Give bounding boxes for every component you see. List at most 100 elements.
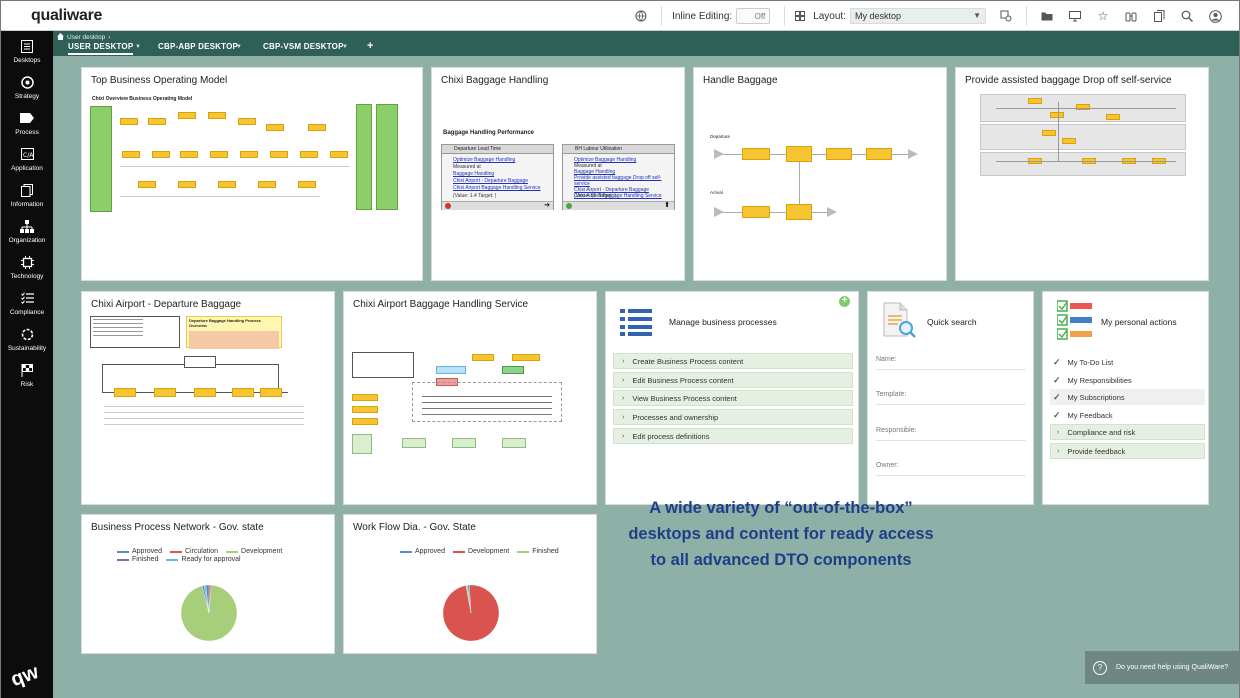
my-feedback-item[interactable]: ✓ My Feedback xyxy=(1050,407,1205,423)
folder-icon[interactable] xyxy=(1033,1,1061,31)
tab-cbp-vsm-desktop[interactable]: CBP-VSM DESKTOP xyxy=(263,42,344,51)
legend-item[interactable]: Development xyxy=(226,548,282,555)
tab-user-desktop[interactable]: USER DESKTOP xyxy=(68,42,134,55)
menu-item-label: Edit process definitions xyxy=(632,431,710,441)
sidebar-item-application[interactable]: C/A Application xyxy=(1,145,53,181)
responsible-field[interactable]: Responsible: xyxy=(876,427,1026,441)
sidebar-item-process[interactable]: Process xyxy=(1,109,53,145)
diagram-node xyxy=(240,151,258,158)
binoculars-icon[interactable] xyxy=(1117,1,1145,31)
qualiware-logo[interactable]: qualiware xyxy=(31,7,102,25)
kpi-link[interactable]: Optimize Baggage Handling xyxy=(453,157,541,164)
card-handle-baggage[interactable]: Handle Baggage Departure Arrival xyxy=(693,67,947,281)
kpi-value: (Value: 1.4 Target: ) xyxy=(453,193,497,199)
card-provide-assisted-baggage-drop-off[interactable]: Provide assisted baggage Drop off self-s… xyxy=(955,67,1209,281)
sidebar-item-sustainability[interactable]: Sustainability xyxy=(1,325,53,361)
tab-cbp-abp-desktop[interactable]: CBP-ABP DESKTOP xyxy=(158,42,238,51)
card-quick-search[interactable]: Quick search Name: Template: Responsible… xyxy=(867,291,1034,505)
legend-item[interactable]: Approved xyxy=(400,548,445,555)
menu-item-create-business-process[interactable]: › Create Business Process content xyxy=(613,353,853,369)
sidebar-item-organization[interactable]: Organization xyxy=(1,217,53,253)
legend-item[interactable]: Ready for approval xyxy=(166,556,241,563)
kpi-panel-bh-labour-utilization[interactable]: BH Labour Utilization Optimize Baggage H… xyxy=(562,144,675,210)
my-subscriptions-item[interactable]: ✓ My Subscriptions xyxy=(1050,389,1205,405)
checkmark-icon: ✓ xyxy=(1053,374,1061,385)
pie-chart[interactable] xyxy=(436,578,506,648)
service-diagram-thumbnail[interactable] xyxy=(352,352,584,468)
my-todo-list-item[interactable]: ✓ My To-Do List xyxy=(1050,354,1205,370)
pie-chart[interactable] xyxy=(174,578,244,648)
kpi-value: (Value: 95 Target: ) xyxy=(574,193,617,199)
star-icon[interactable]: ☆ xyxy=(1089,1,1117,31)
menu-item-label: Edit Business Process content xyxy=(632,375,734,385)
divider xyxy=(784,6,786,26)
my-responsibilities-item[interactable]: ✓ My Responsibilities xyxy=(1050,372,1205,388)
sidebar-item-desktops[interactable]: Desktops xyxy=(1,37,53,73)
legend-item[interactable]: Finished xyxy=(117,556,158,563)
menu-item-edit-process-definitions[interactable]: › Edit process definitions xyxy=(613,428,853,444)
copy-icon[interactable] xyxy=(1145,1,1173,31)
monitor-icon[interactable] xyxy=(1061,1,1089,31)
kpi-link[interactable]: Chixi Airport Baggage Handling Service xyxy=(453,185,541,192)
search-icon[interactable] xyxy=(1173,1,1201,31)
bom-diagram-thumbnail[interactable]: Chixi Overview Business Operating Model xyxy=(90,96,416,214)
kpi-panel-departure-lead-time[interactable]: Departure Lead Time Optimize Baggage Han… xyxy=(441,144,554,210)
card-work-flow-gov-state[interactable]: Work Flow Dia. - Gov. State Approved Deve… xyxy=(343,514,597,654)
kpi-link[interactable]: Baggage Handling xyxy=(453,171,541,178)
layout-label: Layout: xyxy=(813,10,846,22)
legend-item[interactable]: Approved xyxy=(117,548,162,555)
add-tab-button[interactable]: + xyxy=(367,40,374,52)
kpi-link[interactable]: Provide assisted baggage Drop off self-s… xyxy=(574,175,674,187)
kpi-link[interactable]: Chixi Airport - Departure Baggage xyxy=(453,178,541,185)
diagram-node xyxy=(120,118,138,125)
tab-menu-caret-icon[interactable]: ▼ xyxy=(342,44,348,50)
provide-feedback-link[interactable]: › Provide feedback xyxy=(1050,443,1205,459)
chevron-right-icon: › xyxy=(1057,447,1060,455)
legend-swatch xyxy=(117,558,129,561)
diagram-connector xyxy=(1058,102,1059,162)
legend-item[interactable]: Development xyxy=(452,548,509,555)
tab-menu-caret-icon[interactable]: ▼ xyxy=(135,44,141,50)
legend-item[interactable]: Finished xyxy=(517,548,559,555)
diagram-node xyxy=(178,181,196,188)
diagram-connectors xyxy=(422,396,552,397)
sidebar-item-compliance[interactable]: Compliance xyxy=(1,289,53,325)
action-label: My Subscriptions xyxy=(1067,392,1125,402)
action-label: Provide feedback xyxy=(1067,446,1126,456)
help-widget[interactable]: ? Do you need help using QualiWare? xyxy=(1085,651,1240,684)
globe-icon[interactable] xyxy=(627,1,655,31)
card-manage-business-processes[interactable]: Manage business processes + › Create Busi… xyxy=(605,291,859,505)
sidebar-item-strategy[interactable]: Strategy xyxy=(1,73,53,109)
template-field[interactable]: Template: xyxy=(876,391,1026,405)
menu-item-edit-business-process[interactable]: › Edit Business Process content xyxy=(613,372,853,388)
breadcrumb[interactable]: User desktop › xyxy=(57,33,110,42)
owner-field[interactable]: Owner: xyxy=(876,462,1026,476)
promo-line: A wide variety of “out-of-the-box” xyxy=(649,499,913,517)
sidebar-item-information[interactable]: Information xyxy=(1,181,53,217)
departure-baggage-diagram-thumbnail[interactable]: Departure Baggage Handling Process Overv… xyxy=(90,316,326,442)
layout-select[interactable]: My desktop ▼ xyxy=(850,8,986,24)
layout-settings-icon[interactable] xyxy=(992,1,1020,31)
legend-item[interactable]: Circulation xyxy=(169,548,218,555)
inline-editing-toggle[interactable]: Off xyxy=(736,8,771,24)
compliance-and-risk-link[interactable]: › Compliance and risk xyxy=(1050,424,1205,440)
sidebar-item-technology[interactable]: Technology xyxy=(1,253,53,289)
tab-menu-caret-icon[interactable]: ▼ xyxy=(236,44,242,50)
divider xyxy=(1026,6,1027,26)
sidebar-item-risk[interactable]: Risk xyxy=(1,361,53,397)
legend-swatch xyxy=(452,550,465,553)
card-chixi-airport-baggage-handling-service[interactable]: Chixi Airport Baggage Handling Service xyxy=(343,291,597,505)
card-my-personal-actions[interactable]: My personal actions ✓ My To-Do List ✓ My R… xyxy=(1042,291,1209,505)
add-button[interactable]: + xyxy=(839,296,850,307)
swimlane-diagram-thumbnail[interactable] xyxy=(966,94,1198,178)
menu-item-processes-ownership[interactable]: › Processes and ownership xyxy=(613,409,853,425)
card-chixi-airport-departure-baggage[interactable]: Chixi Airport - Departure Baggage Depart… xyxy=(81,291,335,505)
name-field[interactable]: Name: xyxy=(876,356,1026,370)
card-chixi-baggage-handling[interactable]: Chixi Baggage Handling Baggage Handling … xyxy=(431,67,685,281)
user-account-icon[interactable] xyxy=(1201,1,1229,31)
menu-item-view-business-process[interactable]: › View Business Process content xyxy=(613,390,853,406)
card-business-process-network-gov-state[interactable]: Business Process Network - Gov. state Ap… xyxy=(81,514,335,654)
diagram-node xyxy=(1076,104,1090,110)
handle-baggage-diagram-thumbnail[interactable]: Departure Arrival xyxy=(702,134,940,234)
card-top-business-operating-model[interactable]: Top Business Operating Model Chixi Overv… xyxy=(81,67,423,281)
